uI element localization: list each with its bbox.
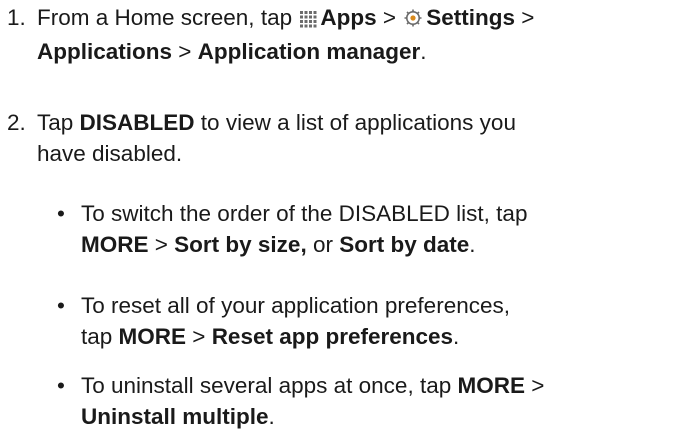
bullet-text: To reset all of your application prefere…: [81, 293, 510, 349]
uninstall-multiple-label: Uninstall multiple: [81, 404, 269, 429]
bullet-text: To uninstall several apps at once, tap M…: [81, 373, 545, 429]
step-1-line-2: Applications > Application manager.: [37, 39, 427, 64]
settings-label: Settings: [426, 5, 516, 30]
disabled-label: DISABLED: [79, 110, 195, 135]
reset-app-preferences-label: Reset app preferences: [211, 324, 454, 349]
applications-label: Applications: [37, 39, 173, 64]
step-number: 2.: [7, 110, 26, 135]
step-number: 1.: [7, 5, 26, 30]
application-manager-label: Application manager: [197, 39, 421, 64]
bullet-dot: •: [57, 201, 65, 226]
step-text: From a Home screen, tap Apps > Settings …: [37, 2, 681, 67]
bullet-dot: •: [57, 293, 65, 318]
step-2-line-1: Tap DISABLED to view a list of applicati…: [37, 110, 516, 135]
more-label: MORE: [118, 324, 187, 349]
apps-label: Apps: [320, 5, 377, 30]
step-1-line-1: From a Home screen, tap Apps > Settings …: [37, 2, 681, 36]
more-label: MORE: [457, 373, 525, 398]
bullet-text: To switch the order of the DISABLED list…: [81, 201, 528, 257]
step-2-line-2: have disabled.: [37, 141, 183, 166]
apps-grid-icon: [299, 5, 317, 36]
bullet-dot: •: [57, 373, 65, 398]
step-text: Tap DISABLED to view a list of applicati…: [37, 107, 681, 169]
sort-by-size-label: Sort by size,: [174, 232, 307, 257]
more-label: MORE: [81, 232, 149, 257]
settings-gear-icon: [403, 5, 423, 36]
sort-by-date-label: Sort by date: [339, 232, 470, 257]
